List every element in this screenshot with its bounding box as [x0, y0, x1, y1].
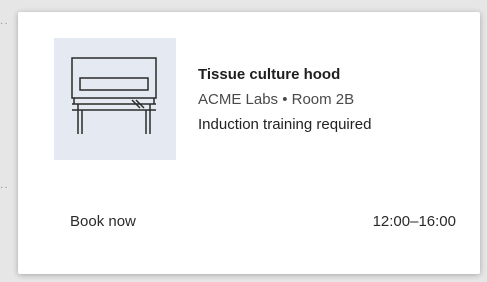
- screen: ·· ·· Tissue culture hood ACME Labs • Ro…: [0, 0, 487, 282]
- equipment-title: Tissue culture hood: [198, 66, 341, 83]
- tissue-culture-hood-icon: [71, 57, 157, 134]
- drag-dots-icon: ··: [0, 182, 9, 193]
- equipment-location: ACME Labs • Room 2B: [198, 91, 355, 108]
- time-range: 12:00–16:00: [372, 213, 456, 230]
- equipment-card[interactable]: Tissue culture hood ACME Labs • Room 2B …: [18, 12, 480, 274]
- drag-dots-icon: ··: [0, 18, 9, 29]
- equipment-thumbnail: [54, 38, 176, 160]
- book-now-link[interactable]: Book now: [70, 213, 136, 230]
- training-note: Induction training required: [198, 116, 372, 133]
- equipment-info: Tissue culture hood ACME Labs • Room 2B …: [198, 62, 371, 137]
